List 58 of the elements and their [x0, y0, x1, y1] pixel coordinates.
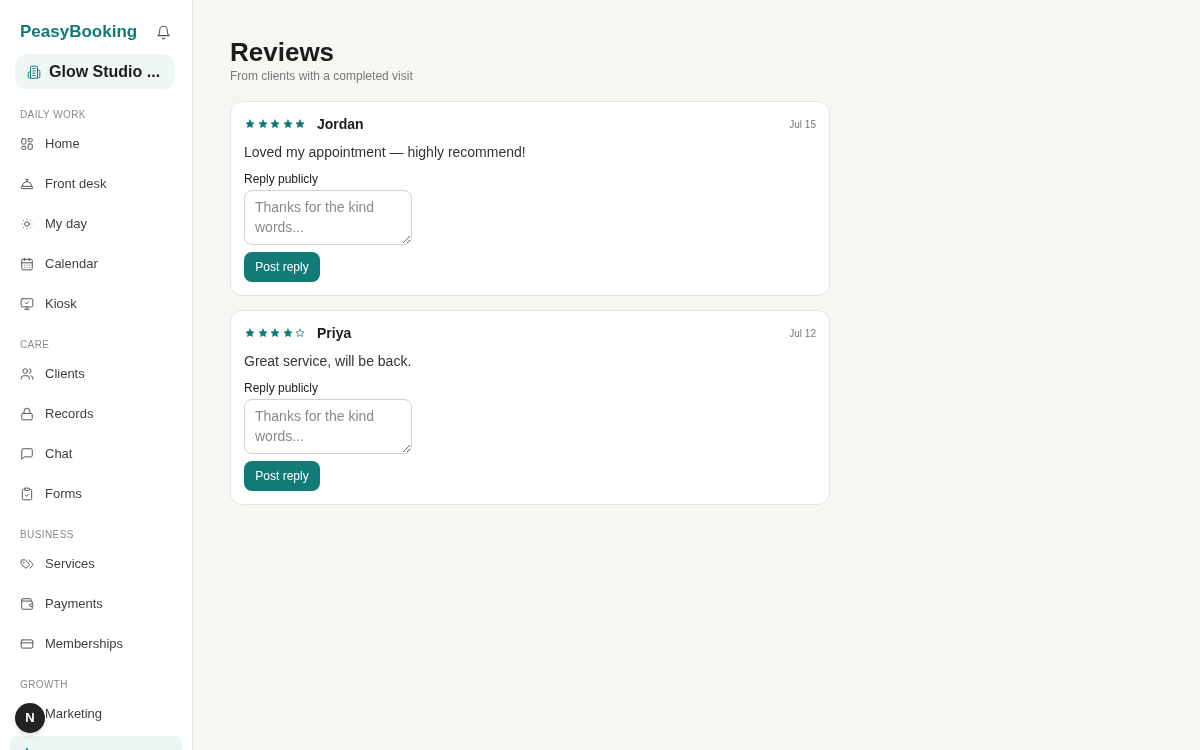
nav-item[interactable]: Calendar — [10, 246, 182, 282]
sun-icon — [20, 217, 34, 231]
lock-icon — [20, 407, 34, 421]
section-label: DAILY WORK — [19, 109, 87, 121]
workspace-switcher[interactable]: Glow Studio ... — [15, 54, 175, 89]
wallet-icon — [20, 597, 34, 611]
nav-item[interactable]: Front desk — [10, 166, 182, 202]
nav-item[interactable]: My day — [10, 206, 182, 242]
calendar-icon — [20, 257, 34, 271]
star-icon — [270, 119, 280, 129]
reply-field[interactable]: Thanks for the kind words... — [244, 190, 412, 245]
star-icon — [257, 328, 268, 338]
star-icon — [257, 119, 268, 129]
section-label: CARE — [19, 339, 51, 351]
nav-item[interactable]: Kiosk — [10, 286, 182, 322]
nav-item[interactable]: Chat — [10, 436, 182, 472]
nav-item[interactable]: Forms — [10, 476, 182, 512]
tags-icon — [20, 557, 34, 571]
post-reply-button[interactable]: Post reply — [244, 461, 320, 491]
review-text: Loved my appointment — highly recommend! — [244, 143, 526, 162]
section-label: GROWTH — [19, 679, 69, 691]
empty-star-icon — [295, 328, 305, 338]
field-label: Reply publicly — [244, 380, 319, 396]
bell-icon — [155, 24, 171, 40]
star-icon — [245, 119, 255, 129]
credit-card-icon — [20, 637, 34, 651]
star-icon — [282, 119, 293, 129]
speech-bubble-icon — [20, 447, 34, 461]
monitor-icon — [20, 297, 34, 311]
page-title: Reviews — [230, 36, 335, 68]
page-subtitle: From clients with a completed visit — [230, 68, 413, 84]
brand-logo[interactable]: PeasyBooking — [20, 22, 138, 42]
section-label: BUSINESS — [19, 529, 75, 541]
nav-item[interactable]: Payments — [10, 586, 182, 622]
review-text: Great service, will be back. — [244, 352, 412, 371]
review-date: Jul 15 — [789, 117, 816, 132]
notifications-button[interactable] — [155, 24, 171, 40]
reviewer-name: Priya — [317, 323, 352, 343]
grid-icon — [20, 137, 34, 151]
star-icon — [270, 328, 280, 338]
star-icon — [245, 328, 255, 338]
service-bell-icon — [20, 177, 34, 191]
post-reply-button[interactable]: Post reply — [244, 252, 320, 282]
nav-item[interactable]: Services — [10, 546, 182, 582]
clipboard-icon — [20, 487, 34, 501]
nav-item[interactable]: Home — [10, 126, 182, 162]
nav-item[interactable]: Clients — [10, 356, 182, 392]
nav-item[interactable]: Memberships — [10, 626, 182, 662]
star-icon — [295, 119, 305, 129]
star-icon — [282, 328, 293, 338]
reviewer-name: Jordan — [317, 114, 364, 134]
users-icon — [20, 367, 34, 381]
nav-item[interactable]: Marketing — [45, 696, 182, 732]
nav-item[interactable]: Records — [10, 396, 182, 432]
field-label: Reply publicly — [244, 171, 319, 187]
building-icon — [27, 64, 41, 79]
review-date: Jul 12 — [789, 326, 816, 341]
reply-field[interactable]: Thanks for the kind words... — [244, 399, 412, 454]
